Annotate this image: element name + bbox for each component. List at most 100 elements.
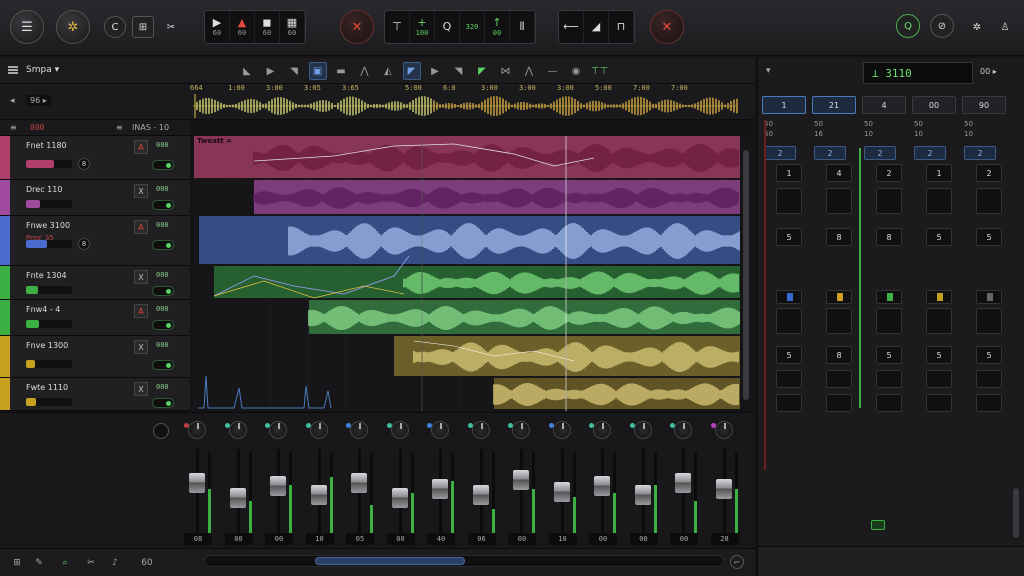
channel-pan-knob[interactable] bbox=[552, 421, 571, 439]
track-header[interactable]: Fnwe 3100 8 A 000 Pres' 35 bbox=[0, 216, 190, 266]
overview-waveform[interactable] bbox=[193, 94, 738, 118]
column-slot-2[interactable] bbox=[776, 394, 802, 412]
column-value-2[interactable]: 8 bbox=[826, 228, 852, 246]
box1-button-2[interactable]: ◼ 60 bbox=[255, 11, 280, 43]
box2-button-1[interactable]: +100 bbox=[410, 11, 435, 43]
channel-pan-knob[interactable] bbox=[512, 421, 530, 439]
arrange-lanes[interactable]: Tweatt = bbox=[194, 136, 740, 411]
grid-icon[interactable]: ⊞ bbox=[10, 556, 24, 570]
channel-pan-knob[interactable] bbox=[431, 421, 449, 439]
arrange-tool-3[interactable]: ▣ bbox=[308, 62, 327, 80]
channel-pan-knob[interactable] bbox=[471, 421, 490, 439]
grid-icon[interactable]: ⊞ bbox=[132, 16, 154, 38]
column-value-3[interactable]: 8 bbox=[826, 346, 852, 364]
arrange-tool-0[interactable]: ◣ bbox=[238, 62, 256, 80]
arrange-tool-15[interactable]: ⊤⊤ bbox=[591, 62, 609, 80]
settings-icon[interactable]: ✲ bbox=[966, 16, 988, 38]
track-name[interactable]: Drec 110 bbox=[26, 185, 62, 194]
metronome-gear-icon[interactable]: ✲ bbox=[56, 10, 90, 44]
channel-pan-knob[interactable] bbox=[390, 421, 409, 439]
box2-button-3[interactable]: 320 bbox=[460, 11, 485, 43]
column-pad[interactable] bbox=[776, 188, 802, 214]
channel-pan-knob[interactable] bbox=[228, 421, 247, 439]
arrange-tool-5[interactable]: ⋀ bbox=[356, 62, 374, 80]
channel-fader[interactable] bbox=[432, 479, 448, 499]
vertical-scrollbar[interactable] bbox=[741, 136, 751, 411]
column-value-3[interactable]: 5 bbox=[876, 346, 902, 364]
channel-pan-knob[interactable] bbox=[188, 421, 206, 439]
box2-button-4[interactable]: ↑ 00 bbox=[485, 11, 510, 43]
arrange-tool-11[interactable]: ⋈ bbox=[497, 62, 515, 80]
track-header[interactable]: Fnw4 - 4 A 000 bbox=[0, 300, 190, 336]
column-slot-2[interactable] bbox=[826, 394, 852, 412]
channel-pan-knob[interactable] bbox=[714, 421, 733, 439]
box3-button-1[interactable]: ◢ bbox=[584, 11, 609, 43]
arrange-tool-2[interactable]: ◥ bbox=[285, 62, 303, 80]
arrange-tool-7[interactable]: ◤ bbox=[402, 62, 421, 80]
track-header[interactable]: Fnte 1304 X 000 bbox=[0, 266, 190, 300]
column-pad-2[interactable] bbox=[926, 308, 952, 334]
channel-pan-knob[interactable] bbox=[269, 421, 287, 439]
channel-fader[interactable] bbox=[270, 476, 286, 496]
arrange-tool-1[interactable]: ▶ bbox=[262, 62, 280, 80]
arrange-tool-4[interactable]: ▬ bbox=[332, 62, 350, 80]
collapse-button[interactable]: ⌐ bbox=[730, 555, 744, 569]
track-header[interactable]: Fnet 1180 8 A 000 bbox=[0, 136, 190, 180]
channel-pan-knob[interactable] bbox=[674, 421, 692, 439]
channel-fader[interactable] bbox=[229, 488, 246, 508]
channel-fader[interactable] bbox=[675, 473, 691, 493]
column-slot[interactable] bbox=[776, 370, 802, 388]
column-pad-2[interactable] bbox=[976, 308, 1002, 334]
column-slot[interactable] bbox=[976, 370, 1002, 388]
column-pad-2[interactable] bbox=[826, 308, 852, 334]
inspector-tab[interactable]: 1 bbox=[762, 96, 806, 114]
inspector-tab[interactable]: 4 bbox=[862, 96, 906, 114]
channel-fader[interactable] bbox=[553, 482, 570, 502]
column-select[interactable]: 2 bbox=[814, 146, 846, 160]
inspector-tab[interactable]: 00 bbox=[912, 96, 956, 114]
track-volume[interactable] bbox=[26, 286, 72, 294]
zoom-icon[interactable]: Q bbox=[896, 14, 920, 38]
channel-fader[interactable] bbox=[189, 473, 205, 493]
channel-fader[interactable] bbox=[472, 485, 489, 505]
column-pad[interactable] bbox=[976, 188, 1002, 214]
column-pad-2[interactable] bbox=[876, 308, 902, 334]
track-name[interactable]: Fwte 1110 bbox=[26, 383, 68, 392]
channel-fader[interactable] bbox=[634, 485, 651, 505]
column-slot-2[interactable] bbox=[926, 394, 952, 412]
horizontal-scroll-thumb[interactable] bbox=[315, 557, 465, 565]
loop-icon[interactable]: C bbox=[104, 16, 126, 38]
arrange-tool-13[interactable]: — bbox=[544, 62, 562, 80]
track-mute-button[interactable]: A bbox=[134, 140, 148, 154]
track-header[interactable]: Fwte 1110 X 000 bbox=[0, 378, 190, 411]
box1-button-3[interactable]: ▦ 60 bbox=[280, 11, 305, 43]
track-mute-button[interactable]: A bbox=[134, 220, 148, 234]
channel-pan-knob[interactable] bbox=[309, 421, 328, 439]
column-pad[interactable] bbox=[876, 188, 902, 214]
box2-button-0[interactable]: ⊤ bbox=[385, 11, 410, 43]
column-select[interactable]: 2 bbox=[914, 146, 946, 160]
arrange-tool-9[interactable]: ◥ bbox=[450, 62, 468, 80]
column-slot[interactable] bbox=[926, 370, 952, 388]
inspector-tab[interactable]: 21 bbox=[812, 96, 856, 114]
channel-fader[interactable] bbox=[351, 473, 367, 493]
box2-button-2[interactable]: Q bbox=[435, 11, 460, 43]
inspector-scroll-thumb[interactable] bbox=[1013, 488, 1019, 538]
channel-fader[interactable] bbox=[594, 476, 610, 496]
column-value-2[interactable]: 5 bbox=[976, 228, 1002, 246]
track-mute-button[interactable]: X bbox=[134, 270, 148, 284]
box1-button-0[interactable]: ▶ 60 bbox=[205, 11, 230, 43]
column-select[interactable]: 2 bbox=[764, 146, 796, 160]
track-pan-knob[interactable]: 8 bbox=[78, 238, 90, 250]
arrange-tool-14[interactable]: ◉ bbox=[567, 62, 585, 80]
track-mute-button[interactable]: A bbox=[134, 304, 148, 318]
column-value-2[interactable]: 5 bbox=[776, 228, 802, 246]
column-value-1[interactable]: 1 bbox=[776, 164, 802, 182]
column-select[interactable]: 2 bbox=[964, 146, 996, 160]
note-icon[interactable]: ♪ bbox=[108, 556, 122, 570]
column-value-3[interactable]: 5 bbox=[926, 346, 952, 364]
track-volume[interactable] bbox=[26, 160, 72, 168]
box2-button-5[interactable]: ⫴ bbox=[510, 11, 535, 43]
master-knob[interactable] bbox=[153, 423, 169, 439]
track-mute-button[interactable]: X bbox=[134, 382, 148, 396]
